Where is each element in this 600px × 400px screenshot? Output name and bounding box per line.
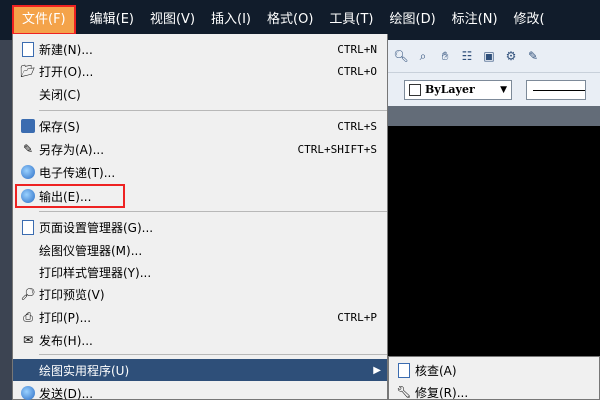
save-icon [19,117,37,135]
menu-file[interactable]: 文件(F) [12,5,76,35]
menu-item-close[interactable]: 关闭(C) [13,83,387,105]
print-preview-icon: 🔎︎ [20,287,36,301]
design-center-icon[interactable]: ▣ [480,47,498,65]
drawing-utilities-submenu: 核查(A) 🔧︎ 修复(R)... [388,356,600,400]
submenu-arrow-icon: ▶ [373,364,381,376]
menu-item-open[interactable]: 📂︎ 打开(O)... CTRL+O [13,60,387,82]
menu-tools[interactable]: 工具(T) [321,5,381,35]
menu-item-plotter-manager[interactable]: 绘图仪管理器(M)... [13,239,387,261]
menu-item-send[interactable]: 发送(D)... [13,382,387,400]
properties-icon[interactable]: ☷ [458,47,476,65]
print-icon: ⎙ [23,309,33,324]
submenu-item-audit[interactable]: 核查(A) [389,359,599,381]
submenu-item-recover[interactable]: 🔧︎ 修复(R)... [389,381,599,400]
menu-draw[interactable]: 绘图(D) [382,5,444,35]
menu-modify[interactable]: 修改( [506,5,553,35]
audit-icon [395,361,413,379]
tool-palette-icon[interactable]: ⚙︎ [502,47,520,65]
menu-item-etransmit[interactable]: 电子传递(T)... [13,161,387,183]
menu-edit[interactable]: 编辑(E) [82,5,142,35]
chevron-down-icon: ▼ [500,84,507,95]
menu-item-publish[interactable]: ✉︎ 发布(H)... [13,329,387,351]
separator [39,354,387,355]
layer-select[interactable]: ByLayer ▼ [404,79,512,100]
color-swatch [409,83,421,96]
menu-format[interactable]: 格式(O) [259,5,321,35]
markup-icon[interactable]: ✎ [524,47,542,65]
zoom-previous-icon[interactable]: ⌕ [414,47,432,65]
recover-icon: 🔧︎ [396,385,412,399]
save-as-icon: ✎ [22,142,34,156]
menu-item-save[interactable]: 保存(S) CTRL+S [13,115,387,137]
menu-item-plot-style-manager[interactable]: 打印样式管理器(Y)... [13,261,387,283]
separator [39,211,387,212]
left-strip [0,40,12,400]
send-icon [19,384,37,400]
etransmit-icon [19,163,37,181]
menu-item-drawing-utilities[interactable]: 绘图实用程序(U) ▶ [13,359,387,381]
page-setup-icon [19,218,37,236]
linetype-select[interactable] [526,79,586,100]
menu-item-print-preview[interactable]: 🔎︎ 打印预览(V) [13,283,387,305]
menu-dimension[interactable]: 标注(N) [444,5,506,35]
publish-icon: ✉︎ [22,333,34,347]
new-file-icon [19,40,37,58]
separator [39,110,387,111]
highlight-box [15,184,125,208]
properties-toolbar: ByLayer ▼ [388,72,600,106]
standard-toolbar: 🔍︎ ⌕ ✋︎ ☷ ▣ ⚙︎ ✎ [388,40,600,72]
menu-item-page-setup[interactable]: 页面设置管理器(G)... [13,216,387,238]
open-folder-icon: 📂︎ [20,64,36,78]
menu-view[interactable]: 视图(V) [142,5,203,35]
pan-icon[interactable]: ✋︎ [436,47,454,65]
zoom-window-icon[interactable]: 🔍︎ [392,47,410,65]
drawing-tab-bar [388,106,600,126]
file-menu-dropdown: 新建(N)... CTRL+N 📂︎ 打开(O)... CTRL+O 关闭(C)… [12,34,388,400]
menu-item-new[interactable]: 新建(N)... CTRL+N [13,38,387,60]
menu-insert[interactable]: 插入(I) [203,5,259,35]
menu-item-print[interactable]: ⎙ 打印(P)... CTRL+P [13,306,387,328]
menu-item-save-as[interactable]: ✎ 另存为(A)... CTRL+SHIFT+S [13,138,387,160]
layer-value: ByLayer [425,83,475,96]
